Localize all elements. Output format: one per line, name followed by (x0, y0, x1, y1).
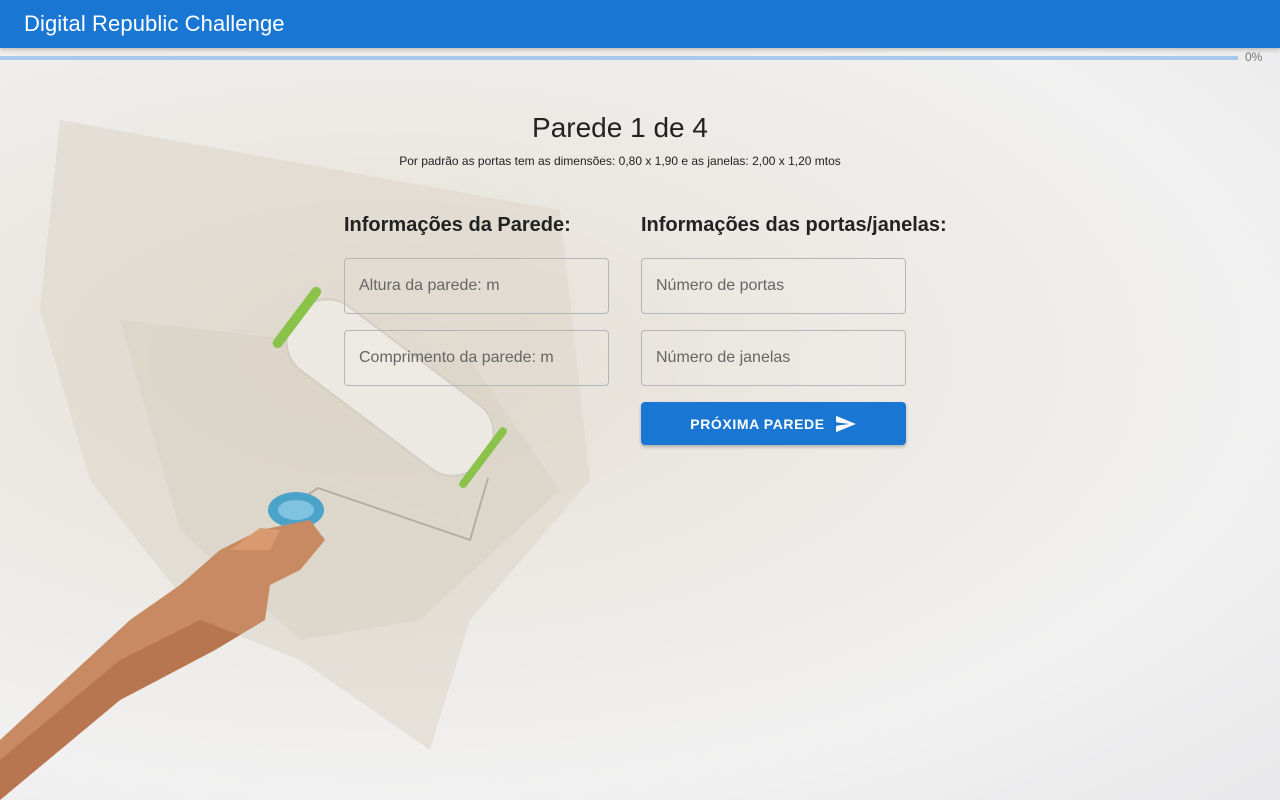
next-wall-label: PRÓXIMA PAREDE (690, 415, 825, 432)
app-bar: Digital Republic Challenge (0, 0, 1280, 48)
send-icon (835, 415, 856, 432)
openings-info-title: Informações das portas/janelas: (641, 214, 947, 236)
app-title: Digital Republic Challenge (24, 11, 285, 36)
wall-height-input[interactable] (359, 259, 608, 313)
doors-count-input[interactable] (656, 259, 905, 313)
paint-roller-illustration (0, 120, 590, 800)
next-wall-button[interactable]: PRÓXIMA PAREDE (641, 402, 906, 445)
wall-length-input[interactable] (359, 331, 608, 385)
windows-count-input[interactable] (656, 331, 905, 385)
windows-count-field[interactable] (641, 330, 906, 386)
wall-info-title: Informações da Parede: (344, 214, 571, 236)
doors-count-field[interactable] (641, 258, 906, 314)
progress-label: 0% (1245, 50, 1263, 64)
wall-height-field[interactable] (344, 258, 609, 314)
wall-title: Parede 1 de 4 (532, 112, 708, 143)
wall-subtitle: Por padrão as portas tem as dimensões: 0… (399, 154, 841, 168)
wall-length-field[interactable] (344, 330, 609, 386)
wall-heading: Parede 1 de 4 Por padrão as portas tem a… (0, 112, 1240, 168)
